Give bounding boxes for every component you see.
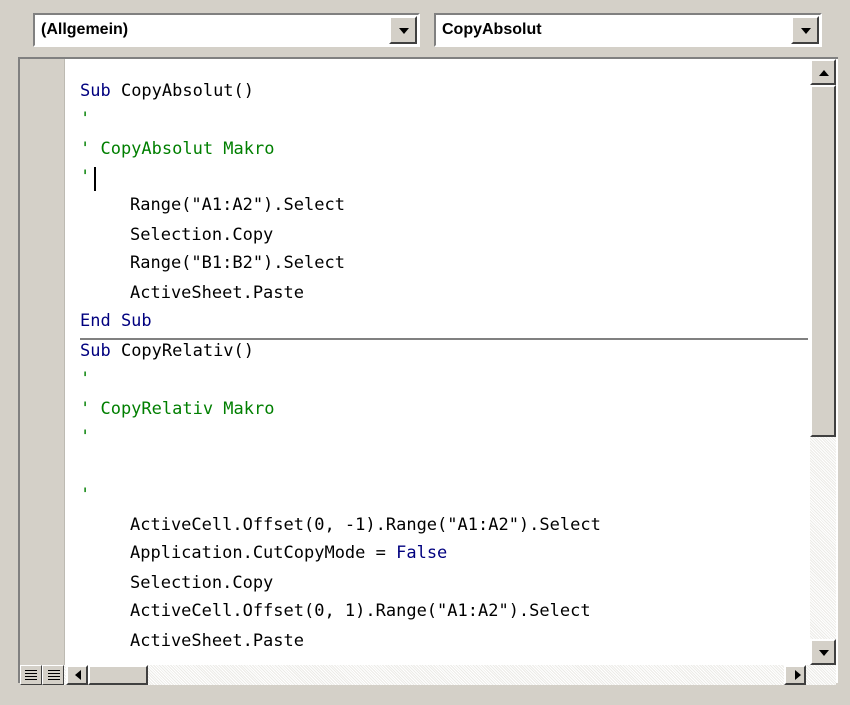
code-line[interactable]: ' [80,103,90,135]
code-text: CopyAbsolut() [110,81,255,101]
code-keyword: Sub [80,81,111,101]
code-comment: ' CopyRelativ Makro [80,399,275,419]
code-line[interactable]: Range("A1:A2").Select [80,189,345,221]
scroll-thumb[interactable] [810,85,836,437]
code-line[interactable]: ' [80,363,90,395]
vertical-scrollbar[interactable] [810,59,836,665]
horizontal-scroll-thumb[interactable] [88,665,148,685]
code-keyword: False [396,543,448,563]
object-dropdown-button[interactable] [389,16,417,44]
code-text: Range("A1:A2").Select [130,195,345,215]
code-text: ActiveCell.Offset(0, 1).Range("A1:A2").S… [130,601,591,621]
object-dropdown[interactable]: (Allgemein) [33,13,420,47]
code-comment: ' [80,427,91,447]
code-pane[interactable]: Sub CopyAbsolut() ' ' CopyAbsolut Makro … [18,57,838,685]
code-keyword: Sub [80,341,111,361]
arrow-left-icon [75,670,81,680]
code-text: ActiveSheet.Paste [130,283,304,303]
vba-code-window: (Allgemein) CopyAbsolut Sub CopyAbsolut(… [0,0,850,705]
procedure-view-icon [25,670,37,680]
text-caret [94,167,96,191]
procedure-dropdown-value: CopyAbsolut [442,21,542,38]
code-line[interactable]: Range("B1:B2").Select [80,247,345,279]
code-line[interactable]: ActiveCell.Offset(0, 1).Range("A1:A2").S… [80,595,591,627]
margin-indicator-bar[interactable] [20,59,65,683]
object-dropdown-value: (Allgemein) [41,21,129,38]
full-module-view-button[interactable] [42,665,64,685]
code-line[interactable]: ' [80,421,90,453]
code-editor[interactable]: Sub CopyAbsolut() ' ' CopyAbsolut Makro … [80,59,810,663]
arrow-down-icon [819,650,829,656]
code-text: CopyRelativ() [110,341,255,361]
code-line[interactable]: Sub CopyAbsolut() [80,75,254,107]
code-text: Selection.Copy [130,225,274,245]
code-comment: ' CopyAbsolut Makro [80,139,275,159]
bottom-bar [20,665,836,685]
code-line[interactable]: ' [80,479,90,511]
code-line[interactable]: ' CopyRelativ Makro [80,393,274,425]
code-comment: ' [80,485,91,505]
procedure-separator [80,338,808,340]
scroll-left-button[interactable] [66,665,88,685]
full-module-view-icon [48,670,60,680]
chevron-down-icon [801,28,811,34]
code-line[interactable]: Application.CutCopyMode = False [80,537,447,569]
arrow-right-icon [795,670,801,680]
code-text: Application.CutCopyMode = [130,543,397,563]
code-comment: ' [80,369,91,389]
code-keyword: End Sub [80,311,152,331]
code-line[interactable]: End Sub [80,305,152,337]
procedure-dropdown-button[interactable] [791,16,819,44]
arrow-up-icon [819,70,829,76]
code-text: Range("B1:B2").Select [130,253,345,273]
scroll-up-button[interactable] [810,59,836,85]
scroll-down-button[interactable] [810,639,836,665]
code-comment: ' [80,167,91,187]
code-line[interactable]: ActiveSheet.Paste [80,625,304,657]
code-text: ActiveCell.Offset(0, -1).Range("A1:A2").… [130,515,601,535]
procedure-view-button[interactable] [20,665,42,685]
chevron-down-icon [399,28,409,34]
code-text: Selection.Copy [130,573,274,593]
procedure-dropdown[interactable]: CopyAbsolut [434,13,822,47]
code-text: ActiveSheet.Paste [130,631,304,651]
code-comment: ' [80,109,91,129]
scroll-right-button[interactable] [784,665,806,685]
